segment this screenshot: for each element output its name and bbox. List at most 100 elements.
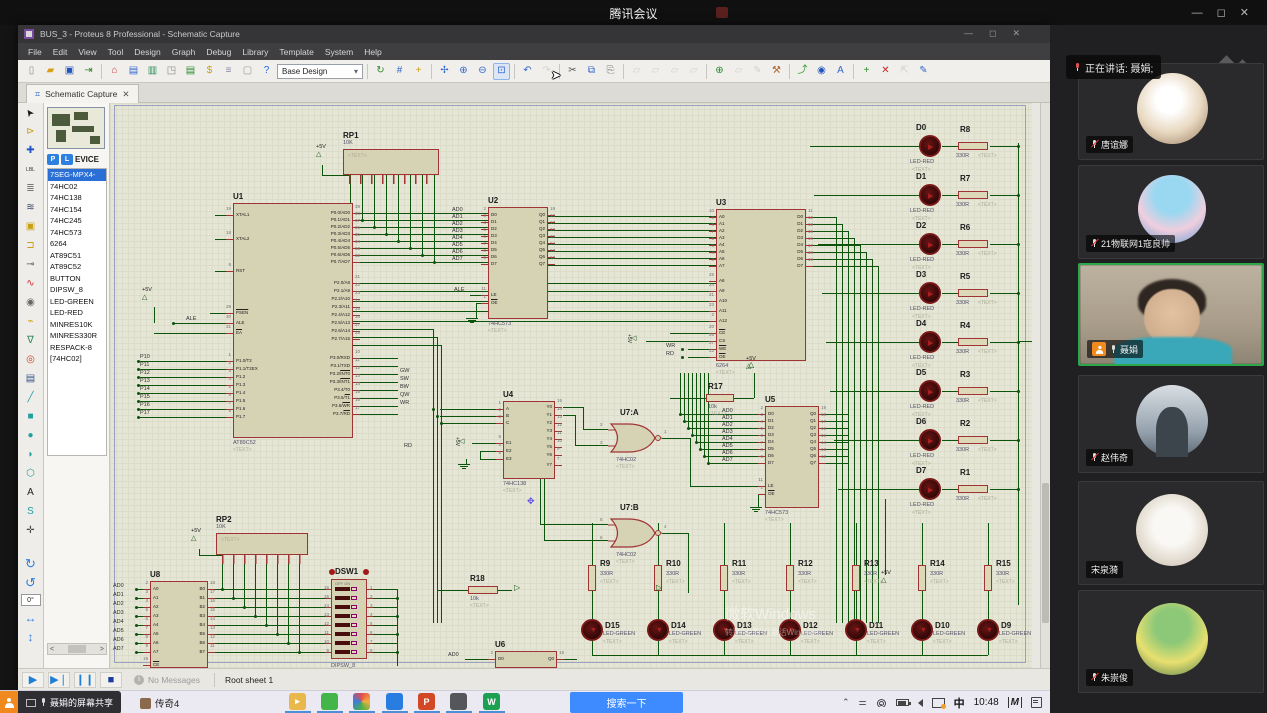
- device-list-scrollbar[interactable]: < >: [47, 643, 107, 655]
- terminals-mode-icon[interactable]: ⊐: [20, 236, 42, 255]
- screen-share-indicator[interactable]: 聂娟的屏幕共享: [18, 691, 121, 713]
- device-list-item[interactable]: LED-GREEN: [48, 296, 106, 308]
- led-d7[interactable]: ▶: [919, 478, 941, 500]
- led-d11[interactable]: ▼: [845, 619, 867, 641]
- block-copy-icon[interactable]: ▱: [628, 63, 645, 80]
- device-list-item[interactable]: MINRES10K: [48, 319, 106, 331]
- messenger-app-icon[interactable]: [321, 693, 338, 710]
- scroll-right-icon[interactable]: >: [100, 646, 104, 653]
- participant-tile[interactable]: 聂娟: [1078, 263, 1264, 366]
- resistor-r7[interactable]: [958, 191, 988, 199]
- edit-pen-icon[interactable]: ✎: [915, 63, 932, 80]
- netdisk-app-icon[interactable]: [386, 693, 403, 710]
- block-move-icon[interactable]: ▱: [647, 63, 664, 80]
- 2d-box-icon[interactable]: ■: [20, 407, 42, 426]
- paste-icon[interactable]: ⎘: [602, 63, 619, 80]
- device-list-item[interactable]: 7SEG-MPX4-: [48, 169, 106, 181]
- zoom-in-icon[interactable]: ⊕: [455, 63, 472, 80]
- tape-recorder-mode-icon[interactable]: ◉: [20, 293, 42, 312]
- led-d9[interactable]: ▼: [977, 619, 999, 641]
- led-d5[interactable]: ▶: [919, 380, 941, 402]
- buses-mode-icon[interactable]: ≋: [20, 198, 42, 217]
- led-d6[interactable]: ▶: [919, 429, 941, 451]
- device-list-item[interactable]: MINRES330R: [48, 330, 106, 342]
- speaker-icon[interactable]: [918, 699, 923, 707]
- notes-icon[interactable]: ≡: [220, 63, 237, 80]
- 3d-view-icon[interactable]: ◳: [163, 63, 180, 80]
- home-icon[interactable]: ⌂: [106, 63, 123, 80]
- resistor-r6[interactable]: [958, 240, 988, 248]
- generator-mode-icon[interactable]: ⌁: [20, 312, 42, 331]
- resistor-r18[interactable]: [468, 586, 498, 594]
- led-d14[interactable]: ▼: [647, 619, 669, 641]
- rotation-angle-field[interactable]: 0°: [21, 594, 41, 606]
- resistor-r12[interactable]: [786, 565, 794, 591]
- pick-devices-button[interactable]: P: [47, 154, 59, 165]
- resistor-r15[interactable]: [984, 565, 992, 591]
- wps-app-icon[interactable]: W: [483, 693, 500, 710]
- nor-gate-u7:b[interactable]: [608, 516, 662, 550]
- new-file-icon[interactable]: ▯: [23, 63, 40, 80]
- canvas-vertical-scrollbar[interactable]: [1040, 103, 1050, 668]
- led-d0[interactable]: ▶: [919, 135, 941, 157]
- mirror-vertical-icon[interactable]: ↕: [20, 627, 42, 646]
- device-list-item[interactable]: 74HC02: [48, 181, 106, 193]
- device-list-item[interactable]: 74HC154: [48, 204, 106, 216]
- scroll-left-icon[interactable]: <: [50, 646, 54, 653]
- selection-mode-icon[interactable]: ➤: [20, 103, 42, 122]
- play-button[interactable]: ▶: [22, 672, 44, 688]
- tab-schematic-capture[interactable]: ⌗ Schematic Capture ✕: [26, 84, 139, 103]
- junction-dot-mode-icon[interactable]: ✚: [20, 141, 42, 160]
- dip-switch-lever[interactable]: [335, 614, 350, 618]
- block-delete-icon[interactable]: ▱: [685, 63, 702, 80]
- 2d-path-icon[interactable]: ⬡: [20, 464, 42, 483]
- settings-sliders-icon[interactable]: ⚌: [859, 697, 867, 708]
- device-list-item[interactable]: BUTTON: [48, 273, 106, 285]
- save-icon[interactable]: ▣: [61, 63, 78, 80]
- source-code-icon[interactable]: $: [201, 63, 218, 80]
- 2d-text-icon[interactable]: A: [20, 483, 42, 502]
- dip-switch-dsw1[interactable]: [331, 579, 367, 659]
- dip-switch-lever[interactable]: [335, 632, 350, 636]
- pcb-layout-icon[interactable]: ▥: [144, 63, 161, 80]
- led-d3[interactable]: ▶: [919, 282, 941, 304]
- led-d15[interactable]: ▼: [581, 619, 603, 641]
- zoom-area-icon[interactable]: ⊡: [493, 63, 510, 80]
- menu-edit[interactable]: Edit: [53, 47, 68, 57]
- resistor-r17[interactable]: [706, 394, 734, 402]
- step-button[interactable]: ▶❘: [48, 672, 70, 688]
- menu-tool[interactable]: Tool: [108, 47, 124, 57]
- device-list-item[interactable]: [74HC02]: [48, 353, 106, 365]
- remove-sheet-icon[interactable]: ✕: [877, 63, 894, 80]
- search-tag-icon[interactable]: ◉: [813, 63, 830, 80]
- toggle-grid-icon[interactable]: #: [391, 63, 408, 80]
- edit-object-icon[interactable]: ✎: [749, 63, 766, 80]
- library-button[interactable]: L: [61, 154, 73, 165]
- add-sheet-icon[interactable]: +: [858, 63, 875, 80]
- device-list-item[interactable]: 74HC245: [48, 215, 106, 227]
- schematic-capture-icon[interactable]: ▤: [125, 63, 142, 80]
- refresh-icon[interactable]: ↻: [372, 63, 389, 80]
- resistor-r14[interactable]: [918, 565, 926, 591]
- led-d10[interactable]: ▼: [911, 619, 933, 641]
- resistor-r11[interactable]: [720, 565, 728, 591]
- origin-icon[interactable]: +: [410, 63, 427, 80]
- resistor-r1[interactable]: [958, 485, 988, 493]
- dip-switch-lever[interactable]: [335, 587, 350, 591]
- instruments-mode-icon[interactable]: ▤: [20, 369, 42, 388]
- graph-mode-icon[interactable]: ∿: [20, 274, 42, 293]
- help-icon[interactable]: ?: [258, 63, 275, 80]
- 2d-circle-icon[interactable]: ●: [20, 426, 42, 445]
- menu-design[interactable]: Design: [134, 47, 160, 57]
- device-list-item[interactable]: AT89C52: [48, 261, 106, 273]
- cut-icon[interactable]: ✂: [564, 63, 581, 80]
- device-list-item[interactable]: LED-RED: [48, 307, 106, 319]
- resistor-r4[interactable]: [958, 338, 988, 346]
- resistor-r8[interactable]: [958, 142, 988, 150]
- menu-template[interactable]: Template: [279, 47, 314, 57]
- device-pins-mode-icon[interactable]: ⊸: [20, 255, 42, 274]
- device-list-item[interactable]: RESPACK-8: [48, 342, 106, 354]
- taskbar-item-game[interactable]: 传奇4: [140, 696, 179, 710]
- text-script-mode-icon[interactable]: ≣: [20, 179, 42, 198]
- device-list-item[interactable]: DIPSW_8: [48, 284, 106, 296]
